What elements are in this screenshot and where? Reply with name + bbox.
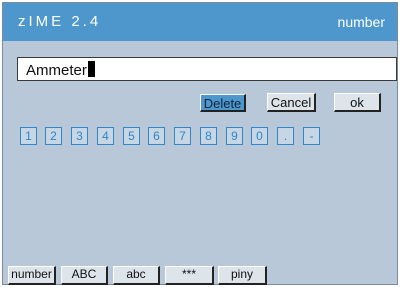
key-period[interactable]: . bbox=[277, 127, 294, 145]
cancel-button-label: Cancel bbox=[270, 95, 312, 110]
tab-symbols[interactable]: *** bbox=[165, 266, 214, 285]
key-4[interactable]: 4 bbox=[97, 127, 114, 145]
delete-button[interactable]: Delete bbox=[200, 94, 246, 112]
key-7[interactable]: 7 bbox=[174, 127, 191, 145]
key-0[interactable]: 0 bbox=[251, 127, 268, 145]
key-minus[interactable]: - bbox=[303, 127, 320, 145]
ok-button-label: ok bbox=[350, 95, 364, 110]
key-5[interactable]: 5 bbox=[123, 127, 140, 145]
input-mode-label: number bbox=[337, 14, 385, 30]
key-1[interactable]: 1 bbox=[20, 127, 37, 145]
delete-button-label: Delete bbox=[203, 96, 242, 111]
app-title: zIME 2.4 bbox=[18, 13, 102, 30]
key-8[interactable]: 8 bbox=[200, 127, 217, 145]
cancel-button[interactable]: Cancel bbox=[267, 93, 316, 112]
tab-abc-upper[interactable]: ABC bbox=[61, 266, 108, 285]
tab-pinyin[interactable]: piny bbox=[218, 266, 267, 285]
text-cursor bbox=[87, 61, 95, 77]
tab-number[interactable]: number bbox=[8, 266, 56, 285]
key-3[interactable]: 3 bbox=[71, 127, 88, 145]
key-6[interactable]: 6 bbox=[148, 127, 165, 145]
ok-button[interactable]: ok bbox=[334, 93, 381, 112]
text-input-field[interactable]: Ammeter bbox=[17, 57, 397, 81]
input-value: Ammeter bbox=[26, 62, 87, 79]
key-9[interactable]: 9 bbox=[226, 127, 243, 145]
tab-abc-lower[interactable]: abc bbox=[113, 266, 160, 285]
ime-window: zIME 2.4 number Ammeter Delete Cancel ok… bbox=[2, 2, 398, 285]
key-2[interactable]: 2 bbox=[45, 127, 62, 145]
title-bar: zIME 2.4 number bbox=[3, 3, 397, 41]
